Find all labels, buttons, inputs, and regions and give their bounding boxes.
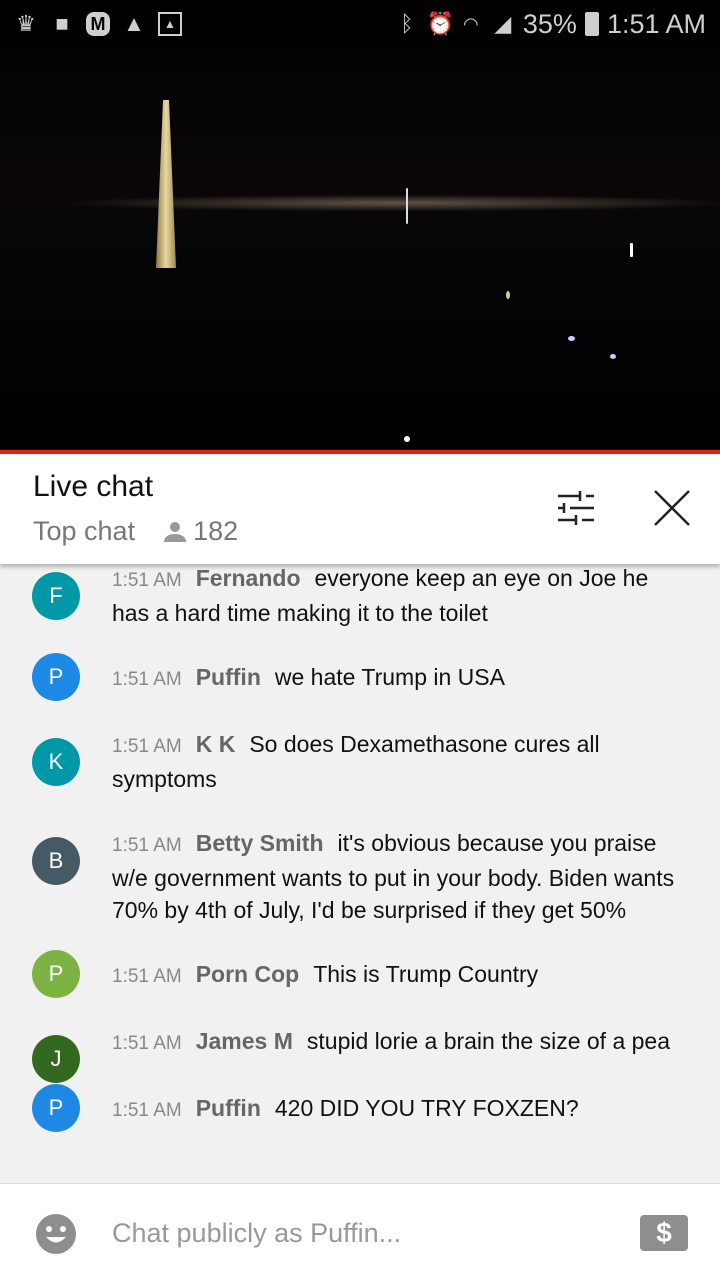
message-author[interactable]: Betty Smith [196, 830, 324, 856]
filter-settings-icon[interactable] [556, 488, 596, 528]
clock: 1:51 AM [606, 8, 706, 39]
m-app-icon: M [86, 12, 110, 36]
avatar[interactable]: P [32, 1084, 80, 1132]
folder-icon: ■ [55, 11, 69, 36]
avatar[interactable]: B [32, 837, 80, 885]
chat-message: K 1:51 AM K K So does Dexamethasone cures a… [0, 712, 720, 811]
message-author[interactable]: James M [196, 1028, 293, 1054]
chat-message: P 1:51 AM Porn Cop This is Trump Country [0, 942, 720, 1009]
battery-percent: 35% [522, 8, 577, 39]
message-time: 1:51 AM [112, 1033, 182, 1054]
chat-message: F 1:51 AM Fernando everyone keep an eye on … [0, 564, 720, 645]
image-icon: ▲ [158, 12, 182, 36]
message-time: 1:51 AM [112, 1100, 182, 1121]
chat-message: J 1:51 AM James Mstupid lorie a brain the … [0, 1009, 720, 1083]
avatar[interactable]: P [32, 950, 80, 998]
message-time: 1:51 AM [112, 966, 182, 987]
chat-message: P 1:51 AM Puffin 420 DID YOU TRY FOXZEN? [0, 1076, 720, 1143]
battery-icon [584, 12, 599, 36]
message-author[interactable]: Puffin [196, 1095, 261, 1121]
message-text: everyone keep an eye on Joe he has a har… [112, 565, 649, 626]
message-text: we hate Trump in USA [274, 664, 505, 690]
message-time: 1:51 AM [112, 669, 182, 690]
viewer-count: 182 [163, 516, 238, 547]
person-icon [164, 521, 187, 542]
alarm-icon: ⏰ [426, 11, 455, 36]
avatar[interactable]: P [32, 653, 80, 701]
message-text: This is Trump Country [313, 961, 539, 987]
message-time: 1:51 AM [112, 835, 182, 856]
close-icon[interactable] [652, 488, 692, 528]
message-text: So does Dexamethasone cures all symptoms [112, 731, 600, 792]
message-text: stupid lorie a brain the size of a pea [306, 1028, 671, 1054]
avatar[interactable]: F [32, 572, 80, 620]
chat-message-list[interactable]: F 1:51 AM Fernando everyone keep an eye on … [0, 564, 720, 1183]
chat-input[interactable]: Chat publicly as Puffin... [112, 1218, 401, 1249]
chat-input-bar: Chat publicly as Puffin... $ [0, 1183, 720, 1280]
bluetooth-icon: ᛒ [400, 11, 414, 36]
message-text: 420 DID YOU TRY FOXZEN? [274, 1095, 579, 1121]
city-lights [0, 193, 720, 213]
chat-title: Live chat [33, 470, 154, 503]
message-author[interactable]: Porn Cop [196, 961, 300, 987]
chat-header: Live chat Top chat 182 [0, 454, 720, 564]
message-time: 1:51 AM [112, 570, 182, 591]
video-player[interactable] [0, 48, 720, 450]
chat-mode-selector[interactable]: Top chat [33, 516, 135, 547]
message-author[interactable]: Puffin [196, 664, 261, 690]
message-author[interactable]: Fernando [196, 565, 301, 591]
avatar[interactable]: K [32, 738, 80, 786]
status-bar: ♛ ■ M ▲ ▲ ᛒ ⏰ ◠ ◢ 35% 1:51 AM [0, 0, 720, 48]
message-author[interactable]: K K [196, 731, 236, 757]
washington-monument [156, 100, 176, 268]
chat-message: B 1:51 AM Betty Smith it's obvious because … [0, 811, 720, 942]
warning-icon: ▲ [123, 11, 145, 36]
crown-icon: ♛ [16, 11, 36, 36]
chat-message: P 1:51 AM Puffin we hate Trump in USA [0, 645, 720, 712]
super-chat-button[interactable]: $ [640, 1215, 688, 1251]
emoji-icon[interactable] [36, 1214, 76, 1254]
viewer-count-value: 182 [193, 516, 239, 546]
wifi-icon: ◠ [463, 14, 479, 34]
message-time: 1:51 AM [112, 736, 182, 757]
signal-icon: ◢ [494, 11, 512, 36]
